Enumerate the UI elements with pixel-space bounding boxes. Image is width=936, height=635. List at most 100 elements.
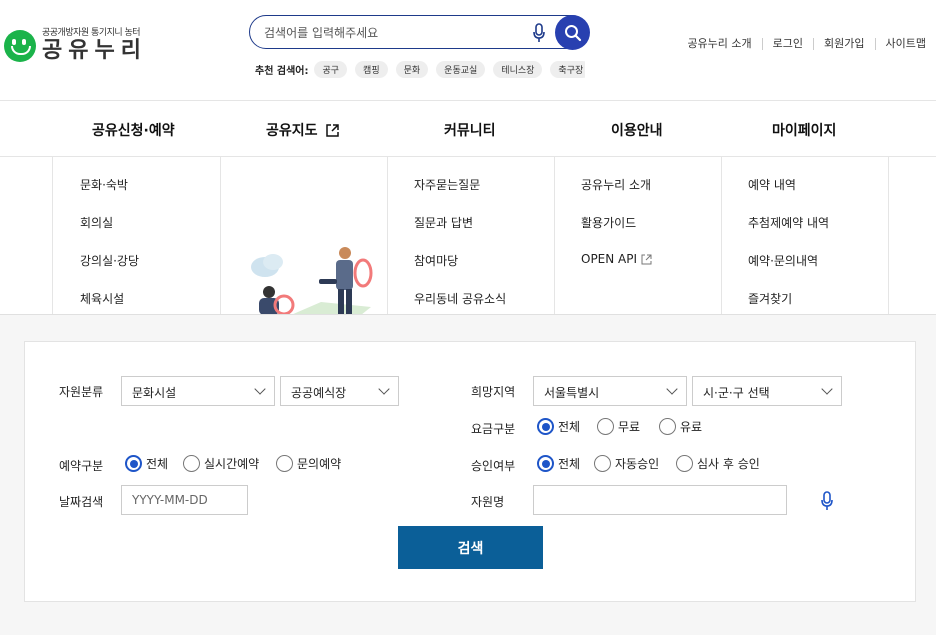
chevron-down-icon — [666, 383, 678, 395]
reservation-type-label: 예약구분 — [59, 459, 104, 473]
submenu-item[interactable]: 예약·문의내역 — [748, 252, 818, 269]
submenu-col-mypage: 예약 내역 추첨제예약 내역 예약·문의내역 즐겨찾기 — [721, 157, 889, 314]
recommend-tag[interactable]: 캠핑 — [355, 61, 388, 78]
chevron-down-icon — [378, 383, 390, 395]
radio-icon — [597, 418, 614, 435]
fee-radio-free[interactable]: 무료 — [597, 418, 640, 435]
chevron-down-icon — [821, 383, 833, 395]
external-link-icon — [325, 123, 339, 137]
radio-label: 문의예약 — [297, 457, 342, 471]
submenu-item[interactable]: 회의실 — [80, 214, 113, 231]
search-submit-button[interactable]: 검색 — [398, 526, 543, 569]
date-input[interactable] — [121, 485, 248, 515]
submenu-col-apply: 문화·숙박 회의실 강의실·강당 체육시설 — [52, 157, 220, 314]
submenu-item[interactable]: 추첨제예약 내역 — [748, 214, 829, 231]
logo-title: 공유누리 — [42, 38, 147, 63]
utility-nav: 공유누리 소개 로그인 회원가입 사이트맵 — [677, 38, 936, 50]
region-label: 희망지역 — [471, 385, 516, 399]
date-label: 날짜검색 — [59, 495, 104, 509]
region-value: 서울특별시 — [544, 386, 600, 400]
fee-radio-paid[interactable]: 유료 — [659, 418, 702, 435]
recommended-keywords: 추천 검색어: 공구 캠핑 문화 운동교실 테니스장 축구장 — [255, 61, 585, 78]
search-icon — [564, 24, 581, 41]
nav-item-map[interactable]: 공유지도 — [266, 120, 339, 140]
recommend-label: 추천 검색어: — [255, 66, 309, 77]
external-link-icon — [641, 254, 652, 264]
submenu-item[interactable]: 강의실·강당 — [80, 252, 139, 269]
submenu-item[interactable]: 공유누리 소개 — [581, 176, 651, 193]
submenu-item[interactable]: 우리동네 공유소식 — [414, 290, 506, 307]
nav-item-mypage[interactable]: 마이페이지 — [772, 120, 836, 140]
resource-type-label: 자원분류 — [59, 385, 104, 399]
recommend-tag[interactable]: 문화 — [395, 61, 429, 78]
approval-radio-auto[interactable]: 자동승인 — [594, 455, 659, 472]
nav-item-apply[interactable]: 공유신청·예약 — [92, 120, 175, 140]
approval-radio-all[interactable]: 전체 — [537, 455, 580, 472]
util-link-login[interactable]: 로그인 — [761, 38, 813, 50]
approval-label: 승인여부 — [471, 459, 516, 473]
site-logo[interactable]: 공공개방자원 통기지니 농터 공유누리 — [4, 28, 147, 63]
submenu-item[interactable]: 참여마당 — [414, 252, 458, 269]
resource-type-value: 문화시설 — [132, 386, 177, 400]
radio-icon — [183, 455, 200, 472]
resource-name-label: 자원명 — [471, 495, 505, 509]
search-form-panel: 자원분류 문화시설 공공예식장 예약구분 전체 실시간예약 문의예약 날짜검색 … — [24, 341, 916, 602]
microphone-icon[interactable] — [820, 491, 834, 511]
map-illustration — [251, 247, 373, 314]
approval-radio-review[interactable]: 심사 후 승인 — [676, 455, 760, 472]
submenu-item-label: OPEN API — [581, 252, 638, 266]
main-nav: 공유신청·예약 공유지도 커뮤니티 이용안내 마이페이지 — [0, 101, 936, 157]
radio-label: 전체 — [558, 457, 581, 471]
radio-icon — [676, 455, 693, 472]
mega-menu: 문화·숙박 회의실 강의실·강당 체육시설 자주묻는질문 질문과 답변 참여마당… — [0, 157, 936, 315]
radio-icon — [276, 455, 293, 472]
submenu-item[interactable]: 체육시설 — [80, 290, 124, 307]
recommend-tag[interactable]: 공구 — [314, 61, 348, 78]
district-value: 시·군·구 선택 — [703, 386, 770, 400]
fee-label: 요금구분 — [471, 422, 516, 436]
radio-label: 무료 — [618, 420, 641, 434]
reservation-radio-realtime[interactable]: 실시간예약 — [183, 455, 259, 472]
fee-radio-all[interactable]: 전체 — [537, 418, 580, 435]
util-link-signup[interactable]: 회원가입 — [813, 38, 874, 50]
recommend-tag[interactable]: 테니스장 — [493, 61, 543, 78]
recommend-tag[interactable]: 축구장 — [550, 61, 585, 78]
radio-label: 자동승인 — [615, 457, 660, 471]
logo-icon — [4, 29, 36, 62]
submenu-item[interactable]: 질문과 답변 — [414, 214, 473, 231]
reservation-radio-inquiry[interactable]: 문의예약 — [276, 455, 341, 472]
submenu-item[interactable]: 즐겨찾기 — [748, 290, 792, 307]
search-input[interactable] — [264, 23, 524, 43]
microphone-icon[interactable] — [532, 23, 546, 43]
search-bar — [249, 15, 590, 50]
chevron-down-icon — [254, 383, 266, 395]
radio-icon — [659, 418, 676, 435]
nav-item-guide[interactable]: 이용안내 — [611, 120, 663, 140]
nav-item-community[interactable]: 커뮤니티 — [444, 120, 496, 140]
submenu-col-map — [220, 157, 387, 314]
resource-type-select[interactable]: 문화시설 — [121, 376, 275, 406]
submenu-item[interactable]: 활용가이드 — [581, 214, 636, 231]
submenu-item[interactable]: 예약 내역 — [748, 176, 796, 193]
submenu-col-guide: 공유누리 소개 활용가이드 OPEN API — [554, 157, 721, 314]
district-select[interactable]: 시·군·구 선택 — [692, 376, 842, 406]
recommend-tag[interactable]: 운동교실 — [436, 61, 486, 78]
search-button[interactable] — [555, 15, 590, 50]
util-link-about[interactable]: 공유누리 소개 — [677, 38, 761, 50]
resource-subtype-select[interactable]: 공공예식장 — [280, 376, 399, 406]
radio-selected-icon — [125, 455, 142, 472]
radio-label: 실시간예약 — [204, 457, 260, 471]
reservation-radio-all[interactable]: 전체 — [125, 455, 168, 472]
site-header: 공공개방자원 통기지니 농터 공유누리 추천 검색어: 공구 캠핑 문화 운동교… — [0, 0, 936, 101]
radio-label: 심사 후 승인 — [697, 457, 760, 471]
nav-item-map-label: 공유지도 — [266, 123, 318, 139]
radio-selected-icon — [537, 455, 554, 472]
util-link-sitemap[interactable]: 사이트맵 — [874, 38, 936, 50]
region-select[interactable]: 서울특별시 — [533, 376, 687, 406]
submenu-item-openapi[interactable]: OPEN API — [581, 252, 652, 266]
radio-label: 유료 — [680, 420, 703, 434]
resource-name-input[interactable] — [533, 485, 787, 515]
radio-label: 전체 — [558, 420, 581, 434]
submenu-item[interactable]: 문화·숙박 — [80, 176, 128, 193]
submenu-item[interactable]: 자주묻는질문 — [414, 176, 480, 193]
